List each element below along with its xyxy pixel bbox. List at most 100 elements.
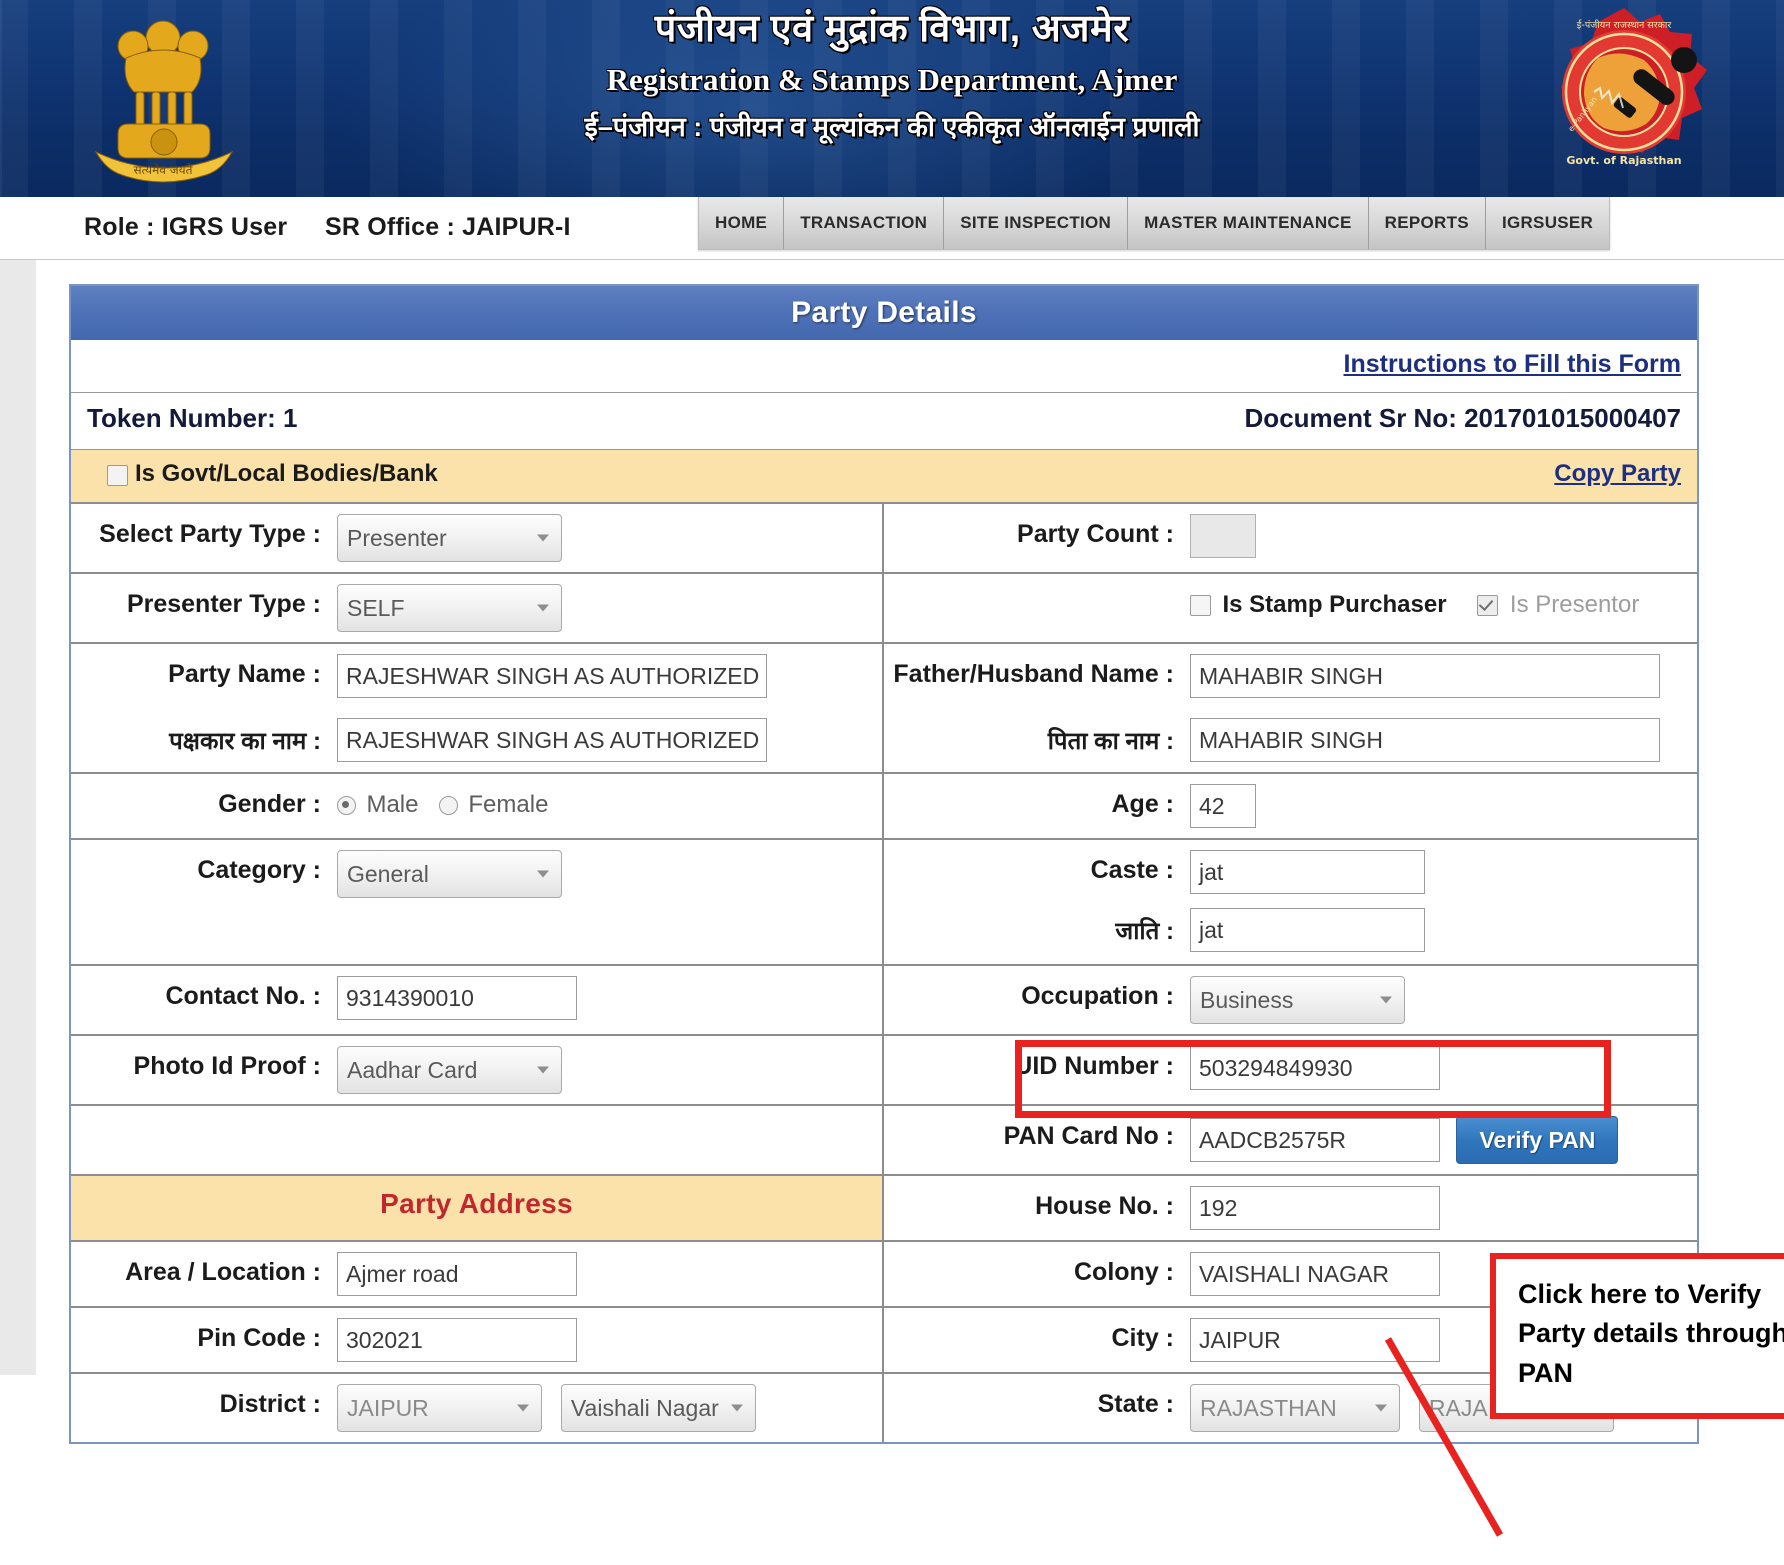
chevron-down-icon [730, 1404, 743, 1412]
pin-code-input[interactable]: 302021 [337, 1318, 577, 1362]
pan-card-no-input[interactable]: AADCB2575R [1190, 1118, 1440, 1162]
party-name-hindi-input[interactable]: RAJESHWAR SINGH AS AUTHORIZED SIGNA [337, 718, 767, 762]
menu-item-site-inspection[interactable]: SITE INSPECTION [944, 197, 1129, 249]
token-row: Token Number: 1 Document Sr No: 20170101… [71, 393, 1697, 450]
row-party-address-heading: Party Address House No. : 192 [71, 1176, 1697, 1242]
occupation-label: Occupation : [1021, 982, 1174, 1010]
menu-item-transaction[interactable]: TRANSACTION [784, 197, 945, 249]
chevron-down-icon [517, 1404, 529, 1412]
caste-hindi-input[interactable]: jat [1190, 908, 1425, 952]
annotation-callout: Click here to Verify Party details throu… [1490, 1253, 1784, 1419]
category-dropdown[interactable]: General [337, 850, 562, 898]
role-label: Role : IGRS User [84, 213, 288, 241]
svg-text:सत्यमेव जयते: सत्यमेव जयते [134, 163, 194, 177]
area-location-input[interactable]: Ajmer road [337, 1252, 577, 1296]
contact-no-input[interactable]: 9314390010 [337, 976, 577, 1020]
colony-input[interactable]: VAISHALI NAGAR [1190, 1252, 1440, 1296]
photo-id-proof-dropdown[interactable]: Aadhar Card [337, 1046, 562, 1094]
verify-pan-button[interactable]: Verify PAN [1456, 1116, 1619, 1164]
occupation-value: Business [1200, 987, 1294, 1013]
instructions-link[interactable]: Instructions to Fill this Form [1344, 350, 1682, 379]
category-value: General [347, 861, 429, 887]
menu-item-igrsuser[interactable]: IGRSUSER [1486, 197, 1609, 249]
presenter-type-label: Presenter Type : [126, 590, 321, 618]
age-input[interactable]: 42 [1190, 784, 1256, 828]
annotation-line-3: PAN [1518, 1357, 1574, 1388]
top-nav-strip: Role : IGRS User SR Office : JAIPUR-I HO… [0, 197, 1784, 260]
presenter-type-value: SELF [347, 595, 405, 621]
father-husband-name-input[interactable]: MAHABIR SINGH [1190, 654, 1660, 698]
party-count-input[interactable] [1190, 514, 1256, 558]
photo-id-proof-value: Aadhar Card [347, 1057, 478, 1083]
district-dropdown[interactable]: JAIPUR [337, 1384, 542, 1432]
party-count-label: Party Count : [1017, 520, 1174, 548]
banner-subtitle-hindi: ई–पंजीयन : पंजीयन व मूल्यांकन की एकीकृत … [584, 112, 1200, 143]
party-address-heading: Party Address [71, 1176, 884, 1240]
is-stamp-purchaser-checkbox[interactable] [1190, 594, 1211, 616]
district-label: District : [219, 1390, 321, 1418]
colony-label: Colony : [1074, 1258, 1174, 1286]
is-govt-local-bodies-bank-checkbox[interactable] [107, 465, 128, 486]
city-label: City : [1111, 1324, 1175, 1352]
uid-number-input[interactable]: 503294849930 [1190, 1046, 1440, 1090]
document-sr-no: Document Sr No: 201701015000407 [1244, 403, 1681, 433]
banner-title-block: पंजीयन एवं मुद्रांक विभाग, अजमेर Registr… [0, 8, 1784, 144]
row-party-name: Party Name : RAJESHWAR SINGH AS AUTHORIZ… [71, 644, 1697, 708]
area-location-label: Area / Location : [125, 1258, 321, 1286]
menu-item-master-maintenance[interactable]: MASTER MAINTENANCE [1128, 197, 1369, 249]
gender-female-radio[interactable] [438, 795, 458, 815]
chevron-down-icon [537, 1066, 549, 1074]
row-area-colony: Area / Location : Ajmer road Colony : VA… [71, 1242, 1697, 1308]
occupation-dropdown[interactable]: Business [1190, 976, 1405, 1024]
pan-card-no-label: PAN Card No : [1003, 1122, 1174, 1150]
state-label: State : [1097, 1390, 1174, 1418]
uid-number-label: UID Number : [1014, 1052, 1174, 1080]
chevron-down-icon [537, 870, 549, 878]
select-party-type-dropdown[interactable]: Presenter [337, 514, 562, 562]
party-address-heading-text: Party Address [380, 1188, 573, 1219]
gender-female-label: Female [468, 791, 549, 818]
chevron-down-icon [537, 534, 549, 542]
banner-title-english: Registration & Stamps Department, Ajmer [606, 61, 1178, 97]
presenter-type-dropdown[interactable]: SELF [337, 584, 562, 632]
gender-male-radio[interactable] [337, 795, 356, 815]
chevron-down-icon [537, 604, 549, 612]
annotation-line-1: Click here to Verify [1518, 1279, 1762, 1309]
father-name-hindi-input[interactable]: MAHABIR SINGH [1190, 718, 1660, 762]
caste-input[interactable]: jat [1190, 850, 1425, 894]
select-party-type-label: Select Party Type : [99, 520, 321, 548]
house-no-label: House No. : [1035, 1192, 1174, 1220]
is-stamp-purchaser-label: Is Stamp Purchaser [1222, 591, 1447, 618]
menu-item-reports[interactable]: REPORTS [1369, 197, 1486, 249]
is-presentor-checkbox[interactable] [1477, 594, 1499, 616]
chevron-down-icon [1380, 996, 1392, 1004]
caste-hindi-label: जाति : [1115, 918, 1174, 945]
category-label: Category : [197, 856, 321, 884]
row-pan-card: PAN Card No : AADCB2575R Verify PAN [71, 1106, 1697, 1176]
instructions-row: Instructions to Fill this Form [71, 340, 1697, 393]
page-title: Party Details [71, 286, 1697, 340]
house-no-input[interactable]: 192 [1190, 1186, 1440, 1230]
pin-code-label: Pin Code : [197, 1324, 321, 1352]
photo-id-proof-label: Photo Id Proof : [133, 1052, 321, 1080]
pan-row-left-spacer [71, 1106, 331, 1122]
party-name-input[interactable]: RAJESHWAR SINGH AS AUTHORIZED SIGNA [337, 654, 767, 698]
select-party-type-value: Presenter [347, 525, 447, 551]
age-label: Age : [1111, 790, 1175, 818]
contact-no-label: Contact No. : [165, 982, 321, 1010]
father-husband-name-label: Father/Husband Name : [893, 660, 1174, 688]
copy-party-link[interactable]: Copy Party [1554, 460, 1681, 488]
main-menu: HOME TRANSACTION SITE INSPECTION MASTER … [698, 197, 1611, 250]
govt-bodies-row: Is Govt/Local Bodies/Bank Copy Party [71, 450, 1697, 504]
district-sub-value: Vaishali Nagar [570, 1395, 719, 1421]
left-margin-strip [0, 260, 37, 1375]
row-category-caste: Category : General Caste : jat जाति : ja… [71, 840, 1697, 966]
state-dropdown[interactable]: RAJASTHAN [1190, 1384, 1400, 1432]
gender-label: Gender : [218, 790, 321, 818]
state-value: RAJASTHAN [1200, 1395, 1337, 1421]
menu-item-home[interactable]: HOME [699, 197, 785, 249]
row-party-name-hindi: पक्षकार का नाम : RAJESHWAR SINGH AS AUTH… [71, 708, 1697, 774]
district-sub-dropdown[interactable]: Vaishali Nagar [560, 1384, 756, 1432]
is-govt-local-bodies-bank-label: Is Govt/Local Bodies/Bank [135, 460, 438, 487]
row-party-type: Select Party Type : Presenter Party Coun… [71, 504, 1697, 574]
